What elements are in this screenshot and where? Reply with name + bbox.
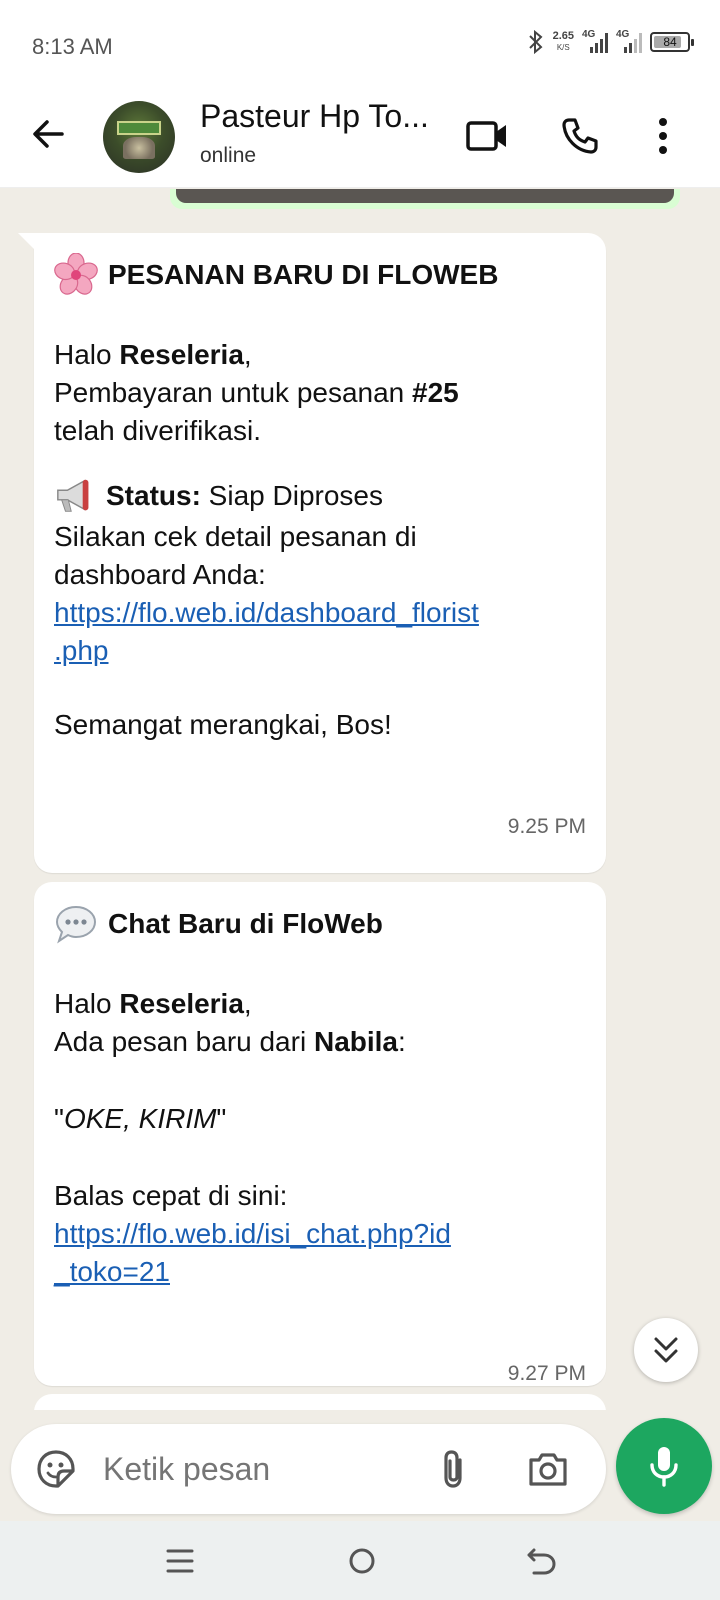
- greeting-prefix: Halo: [54, 339, 120, 370]
- status-value: Siap Diproses: [200, 480, 383, 511]
- voice-message-button[interactable]: [616, 1418, 712, 1514]
- greeting-suffix: ,: [243, 988, 252, 1019]
- recents-nav-button[interactable]: [158, 1539, 202, 1583]
- contact-status: online: [200, 144, 257, 167]
- more-options-icon: [659, 118, 667, 154]
- scroll-down-icon: [654, 1337, 678, 1363]
- sticker-icon: [37, 1450, 75, 1488]
- camera-button[interactable]: [525, 1446, 571, 1492]
- voice-call-button[interactable]: [557, 113, 603, 159]
- back-nav-button[interactable]: [520, 1539, 564, 1583]
- menu-nav-icon: [166, 1549, 194, 1573]
- chat-link[interactable]: https://flo.web.id/isi_chat.php?id _toko=…: [54, 1215, 586, 1291]
- verified-line: telah diverifikasi.: [54, 415, 261, 446]
- instruction-line: Silakan cek detail pesanan di: [54, 521, 417, 552]
- message-body: PESANAN BARU DI FLOWEB Halo Reseleria, P…: [54, 253, 586, 856]
- message-composer: [11, 1424, 606, 1514]
- quote-text: OKE, KIRIM: [63, 1103, 217, 1134]
- message-title-text: PESANAN BARU DI FLOWEB: [108, 259, 499, 290]
- megaphone-emoji: [54, 474, 98, 518]
- reply-label: Balas cepat di sini:: [54, 1180, 288, 1211]
- quoted-message: "OKE, KIRIM": [54, 1100, 586, 1138]
- greeting-name: Reseleria: [119, 339, 244, 370]
- chat-link-part1[interactable]: https://flo.web.id/isi_chat.php?id: [54, 1218, 451, 1249]
- dashboard-link[interactable]: https://flo.web.id/dashboard_florist .php: [54, 594, 586, 670]
- quote-close: ": [216, 1103, 227, 1134]
- greeting-prefix: Halo: [54, 988, 120, 1019]
- greeting-line: Halo Reseleria,: [54, 985, 586, 1023]
- message-title: PESANAN BARU DI FLOWEB: [54, 253, 586, 297]
- quote-open: ": [54, 1103, 64, 1134]
- net-speed-value: 2.65: [552, 30, 574, 42]
- more-options-button[interactable]: [640, 113, 686, 159]
- message-time: 9.25 PM: [507, 815, 586, 838]
- order-number: #25: [412, 377, 459, 408]
- greeting-suffix: ,: [243, 339, 252, 370]
- attach-icon: [444, 1450, 462, 1488]
- net-speed: 2.65 K/S: [553, 31, 574, 53]
- camera-icon: [529, 1453, 567, 1486]
- attach-button[interactable]: [430, 1446, 476, 1492]
- battery-icon: 84: [650, 32, 694, 52]
- sender-name: Nabila: [313, 1026, 398, 1057]
- next-message-bubble-partial[interactable]: [34, 1394, 606, 1410]
- scroll-to-bottom-button[interactable]: [634, 1318, 698, 1382]
- message-body: Chat Baru di FloWeb Halo Reseleria, Ada …: [54, 902, 586, 1403]
- voice-call-icon: [562, 118, 598, 154]
- chat-area[interactable]: PESANAN BARU DI FLOWEB Halo Reseleria, P…: [0, 189, 720, 1410]
- closing-line: Semangat merangkai, Bos!: [54, 709, 392, 740]
- back-nav-icon: [527, 1548, 556, 1575]
- home-nav-button[interactable]: [340, 1539, 384, 1583]
- chat-header: Pasteur Hp To... online: [0, 88, 720, 188]
- sim1-label: 4G: [582, 29, 596, 40]
- status-line: Status: Siap Diproses: [54, 474, 586, 518]
- sender-suffix: :: [398, 1026, 406, 1057]
- dashboard-link-part1[interactable]: https://flo.web.id/dashboard_florist: [54, 597, 479, 628]
- mic-icon: [650, 1447, 678, 1487]
- chat-link-part2[interactable]: _toko=21: [54, 1256, 170, 1287]
- status-label: Status:: [106, 480, 201, 511]
- avatar[interactable]: [103, 101, 175, 173]
- home-nav-icon: [349, 1548, 375, 1574]
- message-bubble[interactable]: Chat Baru di FloWeb Halo Reseleria, Ada …: [34, 882, 606, 1386]
- instruction-line-2: dashboard Anda:: [54, 559, 266, 590]
- contact-name[interactable]: Pasteur Hp To...: [200, 98, 440, 135]
- message-input[interactable]: [103, 1446, 423, 1492]
- back-arrow-icon: [33, 120, 64, 148]
- net-speed-unit: K/S: [556, 43, 570, 52]
- previous-media-message[interactable]: [170, 189, 680, 209]
- speech-balloon-emoji: [54, 902, 98, 946]
- cherry-blossom-emoji: [54, 253, 98, 297]
- new-message-line: Ada pesan baru dari Nabila:: [54, 1023, 586, 1061]
- new-message-text: Ada pesan baru dari: [54, 1026, 314, 1057]
- bluetooth-icon: [528, 30, 543, 54]
- video-call-button[interactable]: [464, 113, 510, 159]
- status-icons: 2.65 K/S 4G 4G 84: [527, 29, 694, 54]
- payment-text: Pembayaran untuk pesanan: [54, 377, 413, 408]
- back-button[interactable]: [28, 114, 68, 154]
- dashboard-link-part2[interactable]: .php: [54, 635, 109, 666]
- system-nav-bar: [0, 1521, 720, 1600]
- status-bar: 8:13 AM 2.65 K/S 4G 4G 84: [0, 0, 720, 88]
- message-bubble[interactable]: PESANAN BARU DI FLOWEB Halo Reseleria, P…: [18, 233, 606, 873]
- greeting-line: Halo Reseleria,: [54, 336, 586, 374]
- greeting-name: Reseleria: [119, 988, 244, 1019]
- sim2-label: 4G: [616, 29, 630, 40]
- payment-line: Pembayaran untuk pesanan #25: [54, 374, 586, 412]
- battery-level: 84: [663, 35, 677, 49]
- message-title: Chat Baru di FloWeb: [54, 902, 586, 946]
- signal-sim1-icon: 4G: [582, 29, 608, 53]
- status-time: 8:13 AM: [32, 34, 113, 59]
- video-call-icon: [466, 121, 506, 151]
- sticker-button[interactable]: [33, 1446, 79, 1492]
- message-title-text: Chat Baru di FloWeb: [108, 908, 383, 939]
- signal-sim2-icon: 4G: [616, 29, 642, 53]
